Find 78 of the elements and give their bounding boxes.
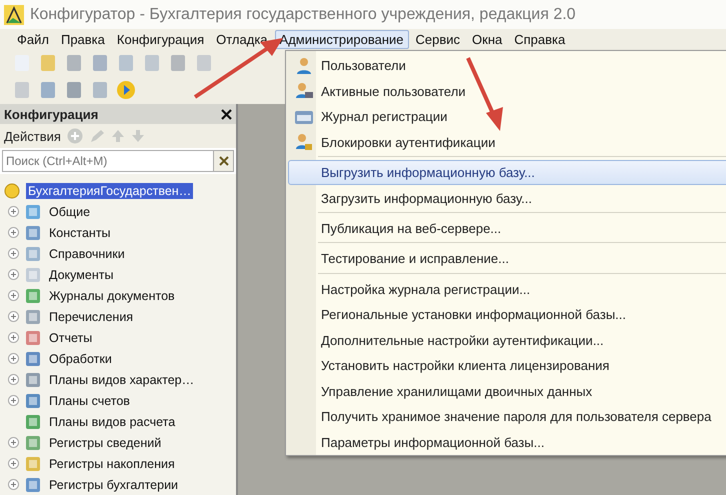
tree-node-icon (25, 330, 41, 346)
tree-item[interactable]: Планы счетов (47, 392, 132, 408)
tree-item[interactable]: Документы (47, 266, 116, 282)
panel-title: Конфигурация (4, 106, 98, 122)
tree-node-icon (25, 434, 41, 450)
configuration-root-icon (4, 182, 20, 198)
clear-icon[interactable] (218, 156, 228, 166)
tree-item[interactable]: Регистры накопления (47, 456, 177, 472)
menu-item[interactable]: Справка (509, 30, 570, 49)
tree-item[interactable]: Обработки (47, 350, 114, 366)
expand-icon[interactable] (8, 374, 19, 385)
tree-item[interactable]: Журналы документов (47, 288, 177, 304)
tree-node-icon (25, 288, 41, 304)
expand-icon[interactable] (8, 458, 19, 469)
tree-node-icon (25, 372, 41, 388)
tree-node-icon (25, 392, 41, 408)
tree-node-icon (25, 266, 41, 282)
dropdown-menu-item[interactable]: Региональные установки информационной базы... (288, 302, 726, 328)
expand-icon[interactable] (8, 332, 19, 343)
dropdown-menu-item[interactable]: Загрузить информационную базу... (288, 185, 726, 211)
tree-node-icon (25, 224, 41, 240)
menu-item[interactable]: Конфигурация (112, 30, 210, 49)
tree-node-icon (25, 246, 41, 262)
tree-item[interactable]: Справочники (47, 246, 127, 262)
dropdown-menu-item[interactable]: Настройка журнала регистрации... (288, 276, 726, 302)
dropdown-menu-item[interactable]: Пользователи (288, 53, 726, 79)
tree-item[interactable]: Планы видов характер… (47, 372, 196, 388)
tree-item[interactable]: Планы видов расчета (47, 414, 178, 430)
dropdown-menu-item[interactable]: Параметры информационной базы... (288, 430, 726, 456)
search-field[interactable]: Поиск (Ctrl+Alt+M) (2, 150, 234, 172)
menu-item[interactable]: Окна (467, 30, 508, 49)
tree-item[interactable]: Общие (47, 204, 92, 220)
window-title: Конфигуратор - Бухгалтерия государственного учреждения, редакция 2.0 (30, 6, 576, 24)
dropdown-menu-item[interactable]: Тестирование и исправление... (288, 246, 726, 272)
user-lock-icon (295, 133, 313, 152)
user-icon (295, 56, 313, 75)
menu-item[interactable]: Файл (12, 30, 54, 49)
user-monitor-icon (295, 82, 313, 100)
dropdown-menu-item[interactable]: Дополнительные настройки аутентификации... (288, 327, 726, 353)
tree-node-icon (25, 456, 41, 472)
expand-icon[interactable] (8, 479, 19, 490)
journal-icon (294, 108, 314, 125)
menu-item[interactable]: Правка (56, 30, 110, 49)
expand-icon[interactable] (8, 227, 19, 238)
dropdown-menu-item[interactable]: Выгрузить информационную базу... (288, 160, 726, 186)
dropdown-menu-item[interactable]: Активные пользователи (288, 78, 726, 104)
tree-root[interactable]: БухгалтерияГосударствен… (26, 182, 194, 198)
tree-node-icon (25, 308, 41, 324)
close-icon[interactable] (221, 108, 232, 120)
tree-node-icon (25, 476, 41, 492)
dropdown-menu-item[interactable]: Блокировки аутентификации (288, 130, 726, 156)
run-icon[interactable] (116, 80, 136, 100)
menu-item[interactable]: Администрирование (274, 30, 408, 49)
tree-node-icon (25, 204, 41, 220)
actions-menu[interactable]: Действия (4, 128, 61, 144)
app-logo-icon (4, 4, 24, 25)
tree-item[interactable]: Отчеты (47, 330, 94, 346)
expand-icon[interactable] (8, 311, 19, 322)
tree-item[interactable]: Константы (47, 224, 113, 240)
tree-item[interactable]: Перечисления (47, 308, 136, 324)
expand-icon[interactable] (8, 437, 19, 448)
expand-icon[interactable] (8, 269, 19, 280)
expand-icon[interactable] (8, 353, 19, 364)
clear-search-button[interactable] (213, 151, 233, 171)
tree-node-icon (25, 350, 41, 366)
tree-node-icon (25, 414, 41, 430)
dropdown-menu-item[interactable]: Управление хранилищами двоичных данных (288, 378, 726, 404)
menu-item[interactable]: Сервис (410, 30, 466, 49)
expand-icon[interactable] (8, 395, 19, 406)
dropdown-menu-item[interactable]: Публикация на веб-сервере... (288, 216, 726, 242)
dropdown-menu-item[interactable]: Журнал регистрации (288, 104, 726, 130)
expand-icon[interactable] (8, 248, 19, 259)
expand-icon[interactable] (8, 206, 19, 217)
expand-icon[interactable] (8, 290, 19, 301)
tree-item[interactable]: Регистры сведений (47, 434, 164, 450)
dropdown-menu-item[interactable]: Получить хранимое значение пароля для пользователя сервера (288, 404, 726, 430)
tree-item[interactable]: Регистры бухгалтерии (47, 476, 180, 492)
dropdown-menu-item[interactable]: Установить настройки клиента лицензирования (288, 352, 726, 378)
